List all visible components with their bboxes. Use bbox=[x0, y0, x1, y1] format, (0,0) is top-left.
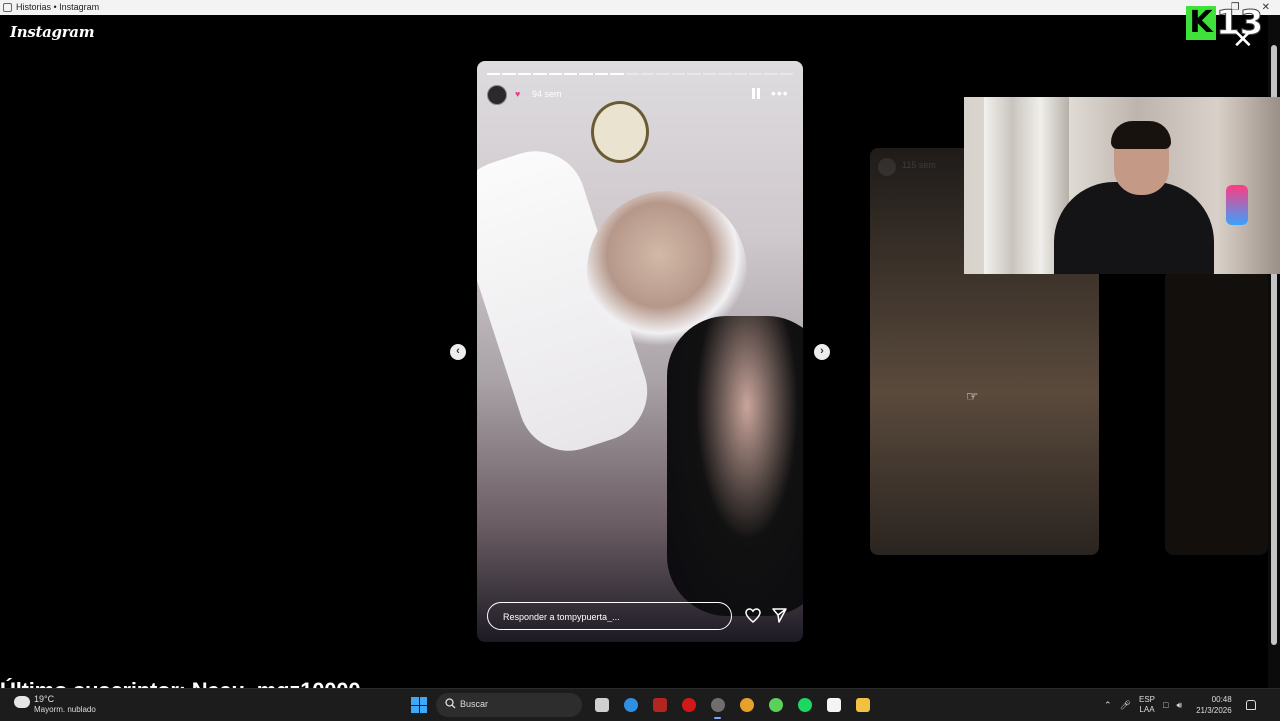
weather-temp: 19°C bbox=[34, 694, 55, 704]
progress-segment bbox=[610, 73, 624, 75]
story-image-clock bbox=[591, 101, 649, 163]
folder-icon[interactable] bbox=[851, 693, 874, 717]
clock-date: 21/3/2026 bbox=[1196, 706, 1232, 715]
story-viewer[interactable]: ♥ 94 sem ••• bbox=[477, 61, 803, 642]
webcam-person-torso bbox=[1054, 182, 1214, 274]
microphone-icon[interactable]: 🎤︎ bbox=[1120, 700, 1131, 711]
xbox-icon[interactable] bbox=[764, 693, 787, 717]
capcut-icon[interactable] bbox=[822, 693, 845, 717]
spotify-icon[interactable] bbox=[793, 693, 816, 717]
progress-segment bbox=[548, 73, 563, 75]
progress-segment bbox=[748, 73, 763, 75]
search-label: Buscar bbox=[460, 699, 489, 709]
progress-segment bbox=[641, 73, 655, 75]
system-tray: ⌃ 🎤︎ ESP LAA □ 🔊︎ 00:48 21/3/2026 bbox=[1104, 689, 1256, 721]
progress-segment bbox=[594, 73, 609, 75]
chrome-icon[interactable] bbox=[735, 693, 758, 717]
reply-field[interactable] bbox=[487, 602, 732, 630]
webcam-overlay bbox=[964, 97, 1280, 274]
instagram-logo[interactable]: Instagram bbox=[10, 23, 95, 41]
notification-icon[interactable] bbox=[1245, 700, 1256, 710]
edge-icon[interactable] bbox=[619, 693, 642, 717]
next-story-age: 115 sem bbox=[902, 160, 936, 170]
more-options-icon[interactable]: ••• bbox=[771, 85, 789, 101]
webcam-person-hair bbox=[1111, 121, 1171, 149]
red-app-icon[interactable] bbox=[677, 693, 700, 717]
close-stories-icon[interactable]: ✕ bbox=[1232, 26, 1254, 52]
clock-time: 00:48 bbox=[1211, 695, 1232, 704]
progress-segment bbox=[533, 73, 547, 75]
progress-segment bbox=[718, 73, 732, 75]
webcam-microphone bbox=[1226, 185, 1248, 225]
taskbar-clock[interactable]: 00:48 21/3/2026 bbox=[1196, 694, 1232, 716]
story-avatar[interactable] bbox=[487, 85, 507, 105]
search-icon bbox=[445, 698, 456, 709]
weather-condition: Mayorm. nublado bbox=[34, 705, 96, 714]
progress-segment bbox=[733, 73, 747, 75]
game-app-icon[interactable] bbox=[648, 693, 671, 717]
progress-segment bbox=[625, 73, 640, 75]
progress-segment bbox=[779, 73, 794, 75]
progress-segment bbox=[517, 73, 532, 75]
file-explorer-window-icon[interactable] bbox=[590, 693, 613, 717]
window-titlebar: Historias • Instagram – ❐ ✕ bbox=[0, 0, 1280, 15]
chevron-up-icon[interactable]: ⌃ bbox=[1104, 700, 1112, 711]
close-friends-icon: ♥ bbox=[515, 89, 521, 99]
story-progress-bar bbox=[487, 73, 794, 75]
taskbar-search[interactable]: Buscar bbox=[436, 693, 582, 717]
send-icon[interactable] bbox=[772, 608, 787, 623]
heart-icon[interactable] bbox=[745, 608, 761, 623]
instagram-favicon-icon bbox=[3, 3, 12, 12]
volume-icon[interactable]: 🔊︎ bbox=[1176, 700, 1182, 711]
lang-bottom: LAA bbox=[1139, 705, 1155, 714]
pause-icon[interactable] bbox=[752, 88, 761, 99]
far-story-preview[interactable] bbox=[1165, 270, 1268, 555]
story-image-person bbox=[667, 316, 803, 616]
language-indicator[interactable]: ESP LAA bbox=[1139, 695, 1155, 715]
previous-story-icon[interactable]: ‹ bbox=[450, 344, 466, 360]
progress-segment bbox=[656, 73, 670, 75]
progress-segment bbox=[579, 73, 593, 75]
window-title: Historias • Instagram bbox=[16, 2, 100, 12]
stream-logo-k: K bbox=[1186, 6, 1216, 40]
taskbar: 19°C Mayorm. nublado Buscar ⌃ 🎤︎ ESP LAA… bbox=[0, 688, 1280, 721]
taskbar-apps bbox=[590, 693, 874, 719]
lang-top: ESP bbox=[1138, 695, 1155, 704]
progress-segment bbox=[502, 73, 516, 75]
progress-segment bbox=[687, 73, 701, 75]
progress-segment bbox=[764, 73, 778, 75]
next-story-icon[interactable]: › bbox=[814, 344, 830, 360]
story-age: 94 sem bbox=[532, 89, 562, 99]
start-button[interactable] bbox=[411, 697, 427, 713]
next-story-avatar bbox=[878, 158, 896, 176]
hand-cursor-icon: ☞ bbox=[966, 388, 979, 404]
obs-icon[interactable] bbox=[706, 693, 729, 719]
network-icon[interactable]: □ bbox=[1163, 700, 1168, 710]
progress-segment bbox=[702, 73, 717, 75]
cloud-icon bbox=[14, 696, 30, 708]
reply-input[interactable] bbox=[501, 611, 725, 623]
progress-segment bbox=[487, 73, 501, 75]
progress-segment bbox=[671, 73, 686, 75]
progress-segment bbox=[564, 73, 578, 75]
